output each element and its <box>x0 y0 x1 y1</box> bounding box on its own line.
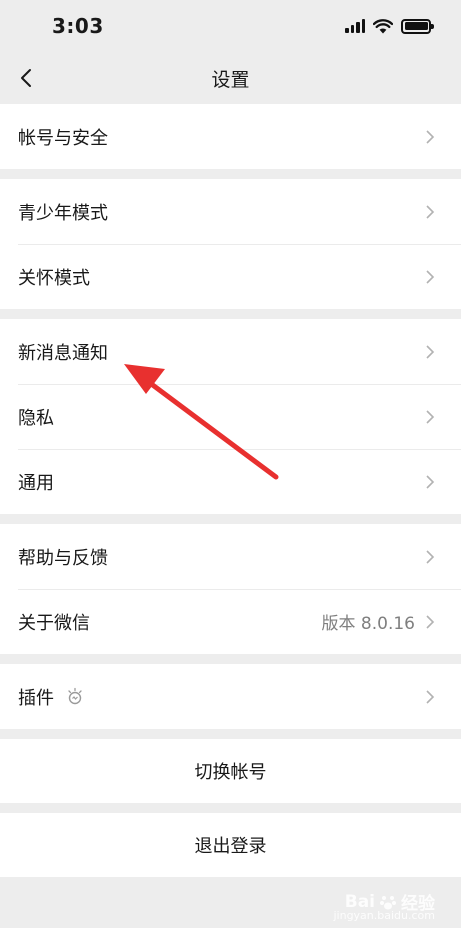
battery-icon <box>401 18 434 34</box>
settings-group-general: 新消息通知 隐私 通用 <box>0 319 461 514</box>
paw-icon <box>380 895 396 909</box>
settings-item-notifications[interactable]: 新消息通知 <box>0 319 461 384</box>
baidu-watermark: Bai 经验 jingyan.baidu.com <box>333 889 435 923</box>
settings-item-label: 关怀模式 <box>18 267 90 289</box>
status-bar: 3:03 <box>0 0 461 52</box>
nav-bar: 设置 <box>0 52 461 104</box>
settings-item-privacy[interactable]: 隐私 <box>0 384 461 449</box>
status-time: 3:03 <box>52 14 104 38</box>
settings-item-label: 隐私 <box>18 407 54 429</box>
status-icons <box>345 18 434 34</box>
settings-item-plugins[interactable]: 插件 <box>0 664 461 729</box>
logout-button[interactable]: 退出登录 <box>0 813 461 877</box>
chevron-right-icon <box>426 614 435 629</box>
cellular-signal-icon <box>345 19 365 33</box>
settings-group-plugins: 插件 <box>0 664 461 729</box>
back-arrow-icon <box>21 69 31 87</box>
settings-group-modes: 青少年模式 关怀模式 <box>0 179 461 309</box>
watermark-sub: jingyan.baidu.com <box>333 909 435 922</box>
chevron-right-icon <box>426 204 435 219</box>
chevron-right-icon <box>426 269 435 284</box>
settings-group-about: 帮助与反馈 关于微信 版本 8.0.16 <box>0 524 461 654</box>
settings-item-label: 帐号与安全 <box>18 127 108 149</box>
chevron-right-icon <box>426 549 435 564</box>
settings-item-care-mode[interactable]: 关怀模式 <box>0 244 461 309</box>
back-button[interactable] <box>14 64 38 92</box>
settings-item-account-security[interactable]: 帐号与安全 <box>0 104 461 169</box>
settings-item-general[interactable]: 通用 <box>0 449 461 514</box>
lightbulb-icon <box>66 687 84 707</box>
settings-item-label: 新消息通知 <box>18 342 108 364</box>
settings-item-label: 插件 <box>18 687 54 709</box>
settings-item-label: 青少年模式 <box>18 202 108 224</box>
settings-item-label: 关于微信 <box>18 612 90 634</box>
page-title: 设置 <box>211 68 250 91</box>
chevron-right-icon <box>426 474 435 489</box>
chevron-right-icon <box>426 689 435 704</box>
settings-item-label: 帮助与反馈 <box>18 547 108 569</box>
switch-account-button[interactable]: 切换帐号 <box>0 739 461 803</box>
chevron-right-icon <box>426 344 435 359</box>
settings-item-about-wechat[interactable]: 关于微信 版本 8.0.16 <box>0 589 461 654</box>
chevron-right-icon <box>426 129 435 144</box>
chevron-right-icon <box>426 409 435 424</box>
settings-item-help-feedback[interactable]: 帮助与反馈 <box>0 524 461 589</box>
version-value: 版本 8.0.16 <box>321 614 415 634</box>
settings-item-label: 通用 <box>18 472 54 494</box>
settings-group-account: 帐号与安全 <box>0 104 461 169</box>
wifi-icon <box>373 18 393 33</box>
settings-item-youth-mode[interactable]: 青少年模式 <box>0 179 461 244</box>
